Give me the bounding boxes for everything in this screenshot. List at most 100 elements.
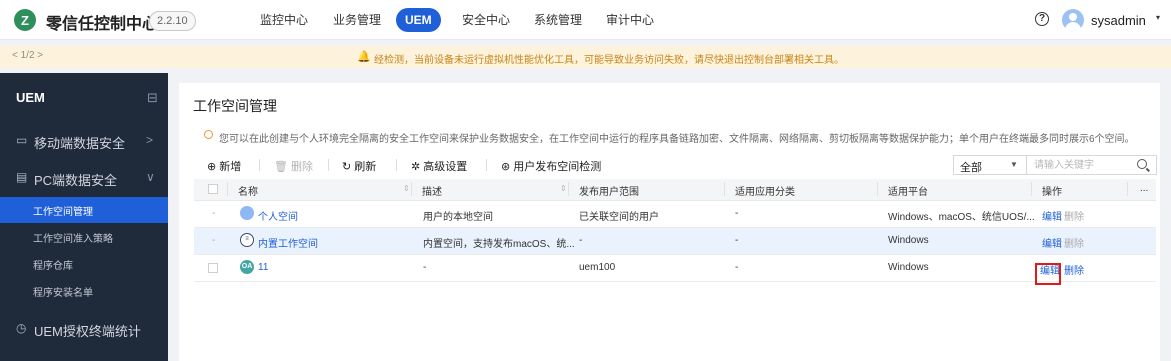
column-header-category: 适用应用分类	[735, 187, 795, 198]
bell-icon: 🔔	[357, 51, 371, 63]
column-header-platform: 适用平台	[888, 187, 928, 198]
sidebar-subitem-label: 工作空间管理	[33, 207, 93, 218]
database-icon: ≡	[240, 233, 254, 247]
row-checkbox-placeholder: -	[212, 208, 216, 219]
refresh-button[interactable]: ↻ 刷新	[342, 158, 376, 174]
divider	[328, 159, 329, 171]
table-row[interactable]: - 个人空间 用户的本地空间 已关联空间的用户 - Windows、macOS、…	[194, 201, 1156, 228]
delete-link[interactable]: 删除	[1064, 262, 1084, 277]
sidebar-item-pc-data-security[interactable]: ▤ PC端数据安全 ∨	[0, 162, 168, 194]
column-header-scope: 发布用户范围	[579, 187, 639, 198]
sidebar-subitem-label: 工作空间准入策略	[33, 234, 113, 245]
sidebar-item-uem-license-stats[interactable]: ◷ UEM授权终端统计	[0, 313, 168, 345]
sidebar-subitem-workspace-access-policy[interactable]: 工作空间准入策略	[0, 224, 168, 250]
divider	[486, 159, 487, 171]
column-divider	[724, 182, 725, 196]
column-divider	[568, 182, 569, 196]
filter-select-value: 全部	[960, 162, 982, 174]
sidebar-item-label: UEM授权终端统计	[34, 324, 141, 339]
avatar[interactable]	[1062, 9, 1084, 31]
app-title: 零信任控制中心	[46, 16, 159, 33]
sidebar-subitem-program-install-list[interactable]: 程序安装名单	[0, 278, 168, 304]
workspace-category: -	[735, 208, 739, 219]
delete-link[interactable]: 删除	[1064, 235, 1084, 250]
main-panel: 工作空间管理 您可以在此创建与个人环境完全隔离的安全工作空间来保护业务数据安全，…	[179, 83, 1160, 361]
sidebar-item-label: 移动端数据安全	[34, 136, 126, 151]
nav-system[interactable]: 系统管理	[526, 8, 590, 32]
workspace-scope: 已关联空间的用户	[579, 212, 659, 223]
sidebar-subitem-label: 程序安装名单	[33, 288, 93, 299]
trash-icon: 🗑	[274, 161, 292, 173]
top-bar: Z 零信任控制中心 2.2.10 监控中心 业务管理 UEM 安全中心 系统管理…	[0, 0, 1171, 40]
workspace-scope: -	[579, 235, 583, 246]
sidebar-item-label: PC端数据安全	[34, 173, 118, 188]
workspace-platform: Windows	[888, 235, 929, 246]
table-header: 名称 ⇕ 描述 ⇕ 发布用户范围 适用应用分类 适用平台 操作 ...	[194, 179, 1156, 201]
workspace-category: -	[735, 262, 739, 273]
notice-text: 经检测，当前设备未运行虚拟机性能优化工具，可能导致业务访问失败，请尽快退出控制台…	[374, 55, 844, 66]
nav-security[interactable]: 安全中心	[454, 8, 518, 32]
help-icon[interactable]: ?	[1035, 12, 1049, 26]
sort-icon[interactable]: ⇕	[560, 184, 567, 193]
oa-icon: OA	[240, 260, 254, 274]
column-divider	[227, 182, 228, 196]
chevron-down-icon[interactable]: ▾	[1156, 13, 1160, 22]
notice-pager[interactable]: < 1/2 >	[12, 50, 43, 61]
column-header-desc: 描述	[422, 187, 442, 198]
column-divider	[877, 182, 878, 196]
divider	[396, 159, 397, 171]
nav-audit[interactable]: 审计中心	[598, 8, 662, 32]
column-divider	[411, 182, 412, 196]
sidebar: UEM ⊟ ▭ 移动端数据安全 > ▤ PC端数据安全 ∨ 工作空间管理 工作空…	[0, 73, 168, 361]
workspace-platform: Windows	[888, 262, 929, 273]
add-button[interactable]: ⊕ 新增	[207, 158, 241, 174]
logo-icon[interactable]: Z	[14, 9, 36, 31]
collapse-icon[interactable]: ⊟	[147, 90, 158, 106]
workspace-name-link[interactable]: 内置工作空间	[258, 235, 318, 250]
edit-link[interactable]: 编辑	[1042, 235, 1062, 250]
gear-icon: ✲	[411, 161, 424, 173]
user-icon	[240, 206, 254, 220]
nav-business[interactable]: 业务管理	[325, 8, 389, 32]
username[interactable]: sysadmin	[1091, 13, 1146, 28]
workspace-name-link[interactable]: 11	[258, 262, 268, 273]
sidebar-subitem-workspace-management[interactable]: 工作空间管理	[0, 197, 168, 223]
sidebar-subitem-program-repository[interactable]: 程序仓库	[0, 251, 168, 277]
info-icon	[204, 130, 213, 139]
workspace-desc: 用户的本地空间	[423, 212, 493, 223]
delete-link[interactable]: 删除	[1064, 208, 1084, 223]
delete-button[interactable]: 🗑 删除	[274, 158, 313, 174]
sidebar-title: UEM	[16, 90, 45, 105]
search-detect-icon: ⊛	[501, 161, 514, 173]
filter-select[interactable]: 全部 ▼	[953, 155, 1027, 175]
chevron-right-icon: >	[146, 133, 154, 147]
chevron-down-icon: ▼	[1010, 160, 1018, 169]
nav-monitor[interactable]: 监控中心	[252, 8, 316, 32]
version-badge: 2.2.10	[149, 11, 196, 31]
select-all-checkbox[interactable]	[208, 184, 218, 194]
column-header-actions: 操作	[1042, 187, 1062, 198]
column-divider	[1031, 182, 1032, 196]
nav-uem[interactable]: UEM	[396, 8, 441, 32]
monitor-icon: ▤	[16, 170, 28, 184]
clock-icon: ◷	[16, 321, 27, 335]
sidebar-item-mobile-data-security[interactable]: ▭ 移动端数据安全 >	[0, 125, 168, 157]
divider	[259, 159, 260, 171]
mobile-icon: ▭	[16, 133, 28, 147]
workspace-name-link[interactable]: 个人空间	[258, 208, 298, 223]
plus-icon: ⊕	[207, 161, 220, 173]
workspace-category: -	[735, 235, 739, 246]
column-divider	[1127, 182, 1128, 196]
notice-bar: < 1/2 > 🔔 经检测，当前设备未运行虚拟机性能优化工具，可能导致业务访问失…	[0, 46, 1171, 68]
table-row[interactable]: OA 11 - uem100 - Windows 编辑 删除	[194, 255, 1156, 282]
search-icon[interactable]	[1137, 159, 1147, 169]
advanced-settings-button[interactable]: ✲ 高级设置	[411, 158, 467, 174]
table-row[interactable]: - ≡ 内置工作空间 内置空间，支持发布macOS、统... - - Windo…	[194, 228, 1156, 255]
page-title: 工作空间管理	[193, 98, 277, 114]
row-checkbox[interactable]	[208, 263, 218, 273]
sort-icon[interactable]: ⇕	[403, 184, 410, 193]
column-settings-icon[interactable]: ...	[1140, 183, 1148, 194]
column-header-name: 名称	[238, 187, 258, 198]
edit-link[interactable]: 编辑	[1042, 208, 1062, 223]
publish-detect-button[interactable]: ⊛ 用户发布空间检测	[501, 158, 601, 174]
